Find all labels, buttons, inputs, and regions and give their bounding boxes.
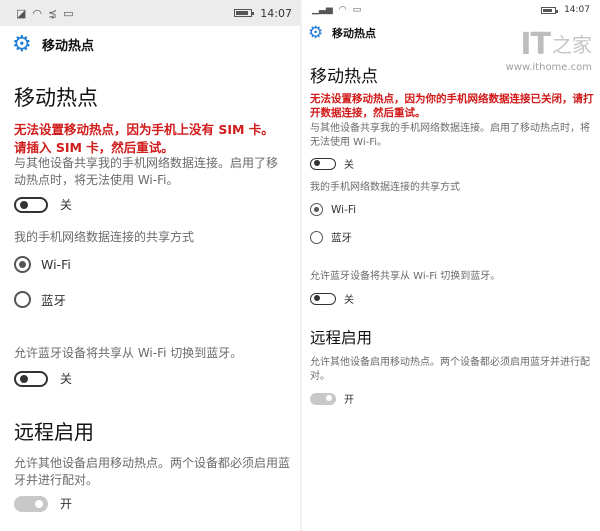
- radio-unselected-icon[interactable]: [310, 231, 323, 244]
- share-description: 与其他设备共享我的手机网络数据连接。启用了移动热点时，将无法使用 Wi-Fi。: [14, 156, 279, 187]
- share-description: 与其他设备共享我的手机网络数据连接。启用了移动热点时，将无法使用 Wi-Fi。: [310, 123, 590, 148]
- radio-bluetooth[interactable]: 蓝牙: [14, 290, 66, 309]
- radio-unselected-icon[interactable]: [14, 291, 31, 308]
- share-mode-label: 我的手机网络数据连接的共享方式: [310, 182, 460, 193]
- radio-label: Wi-Fi: [41, 257, 71, 272]
- bt-switch-toggle[interactable]: 关: [310, 291, 354, 306]
- remote-description: 允许其他设备启用移动热点。两个设备都必须启用蓝牙并进行配对。: [310, 357, 590, 382]
- toggle-switch[interactable]: [310, 292, 336, 305]
- bt-switch-description: 允许蓝牙设备将共享从 Wi-Fi 切换到蓝牙。: [310, 271, 501, 282]
- error-message: 无法设置移动热点，因为你的手机网络数据连接已关闭，请打开数据连接，然后重试。: [310, 93, 594, 119]
- status-bar: ▁▃▅ ◠ ▭ 14:07: [302, 0, 600, 20]
- bt-switch-description: 允许蓝牙设备将共享从 Wi-Fi 切换到蓝牙。: [14, 346, 243, 360]
- battery-icon: [541, 6, 559, 14]
- radio-label: Wi-Fi: [331, 203, 357, 216]
- share-toggle[interactable]: 关: [14, 196, 72, 213]
- radio-bluetooth[interactable]: 蓝牙: [310, 230, 352, 245]
- logo-text: IT: [520, 27, 551, 62]
- status-right: 14:07: [234, 7, 292, 20]
- toggle-label: 关: [60, 372, 73, 386]
- wifi-signal-icon: ◠: [32, 6, 43, 20]
- status-right: 14:07: [541, 5, 590, 15]
- status-bar: ◪ ◠ ⋨ ▭ 14:07: [0, 0, 300, 26]
- toggle-label: 开: [344, 395, 354, 406]
- ithome-watermark: IT 之家 www.ithome.com: [505, 30, 592, 74]
- message-icon: ▭: [352, 4, 362, 15]
- right-phone-screen: ▁▃▅ ◠ ▭ 14:07 ⚙ 移动热点 IT 之家 www.ithome.co…: [302, 0, 600, 531]
- toggle-label: 关: [60, 198, 73, 212]
- toggle-label: 关: [344, 160, 354, 171]
- radio-wifi[interactable]: Wi-Fi: [14, 256, 71, 273]
- status-icons: ▁▃▅ ◠ ▭: [312, 4, 362, 15]
- toggle-switch[interactable]: [14, 495, 48, 512]
- clock: 14:07: [260, 6, 292, 20]
- toggle-switch[interactable]: [310, 157, 336, 170]
- sim-icon: ◪: [16, 6, 27, 20]
- message-icon: ▭: [63, 6, 74, 20]
- bt-switch-toggle[interactable]: 关: [14, 370, 72, 387]
- logo-url: www.ithome.com: [505, 62, 592, 73]
- signal-bars-icon: ▁▃▅: [312, 4, 333, 15]
- radio-selected-icon[interactable]: [14, 256, 31, 273]
- page-title: 移动热点: [310, 67, 378, 87]
- gear-icon: ⚙: [308, 23, 324, 43]
- toggle-switch[interactable]: [310, 392, 336, 405]
- header-title: 移动热点: [332, 27, 376, 40]
- share-toggle[interactable]: 关: [310, 156, 354, 171]
- remote-toggle[interactable]: 开: [310, 391, 354, 406]
- page-title: 移动热点: [14, 86, 98, 110]
- remote-enable-heading: 远程启用: [310, 329, 373, 347]
- radio-label: 蓝牙: [331, 232, 352, 244]
- app-header: ⚙ 移动热点: [0, 26, 300, 62]
- ithome-logo: IT 之家: [520, 30, 592, 60]
- remote-toggle[interactable]: 开: [14, 495, 72, 512]
- remote-description: 允许其他设备启用移动热点。两个设备都必须启用蓝牙并进行配对。: [14, 456, 291, 487]
- toggle-label: 开: [60, 497, 73, 511]
- clock: 14:07: [564, 5, 590, 15]
- radio-wifi[interactable]: Wi-Fi: [310, 203, 356, 216]
- no-signal-icon: ⋨: [48, 6, 58, 20]
- remote-enable-heading: 远程启用: [14, 420, 94, 444]
- wifi-signal-icon: ◠: [338, 4, 347, 15]
- radio-label: 蓝牙: [41, 293, 67, 308]
- left-phone-screen: ◪ ◠ ⋨ ▭ 14:07 ⚙ 移动热点 移动热点 无法设置移动热点，因为手机上…: [0, 0, 300, 531]
- header-title: 移动热点: [42, 38, 95, 54]
- toggle-switch[interactable]: [14, 370, 48, 387]
- toggle-switch[interactable]: [14, 196, 48, 213]
- share-mode-label: 我的手机网络数据连接的共享方式: [14, 230, 195, 244]
- status-icons: ◪ ◠ ⋨ ▭: [16, 8, 74, 19]
- toggle-label: 关: [344, 295, 354, 306]
- comparison-screenshot: ◪ ◠ ⋨ ▭ 14:07 ⚙ 移动热点 移动热点 无法设置移动热点，因为手机上…: [0, 0, 600, 531]
- battery-icon: [234, 9, 255, 17]
- radio-selected-icon[interactable]: [310, 203, 323, 216]
- gear-icon: ⚙: [12, 31, 32, 57]
- error-message: 无法设置移动热点，因为手机上没有 SIM 卡。请插入 SIM 卡，然后重试。: [14, 122, 274, 155]
- logo-char: 之家: [552, 33, 592, 57]
